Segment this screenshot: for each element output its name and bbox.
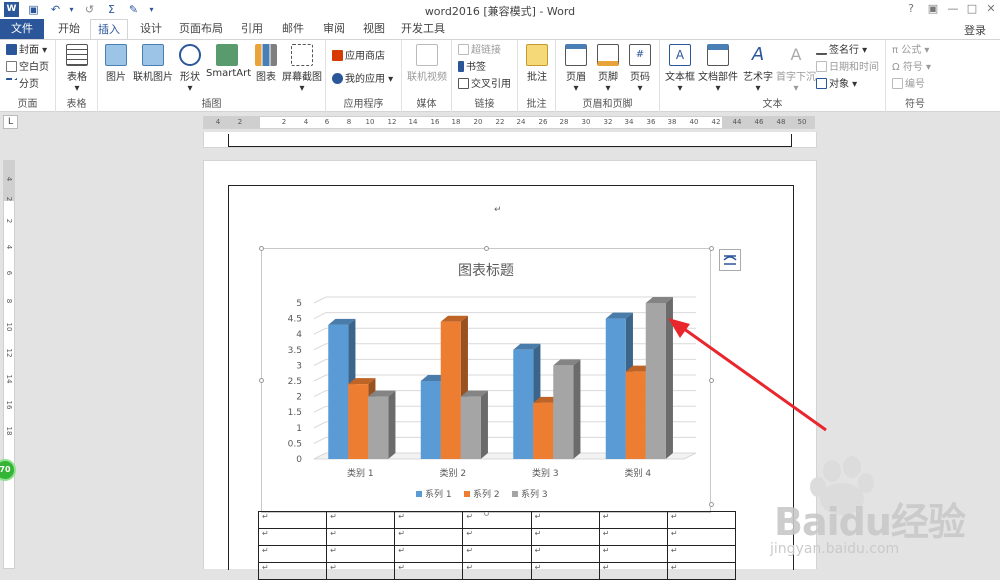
baidu-watermark: Baidu经验 jingyan.baidu.com (770, 455, 990, 565)
annotation-arrow-head (668, 318, 690, 338)
annotation-arrow-line (679, 324, 827, 432)
watermark-text: Baidu经验 (774, 500, 966, 544)
watermark-url: jingyan.baidu.com (770, 541, 900, 557)
